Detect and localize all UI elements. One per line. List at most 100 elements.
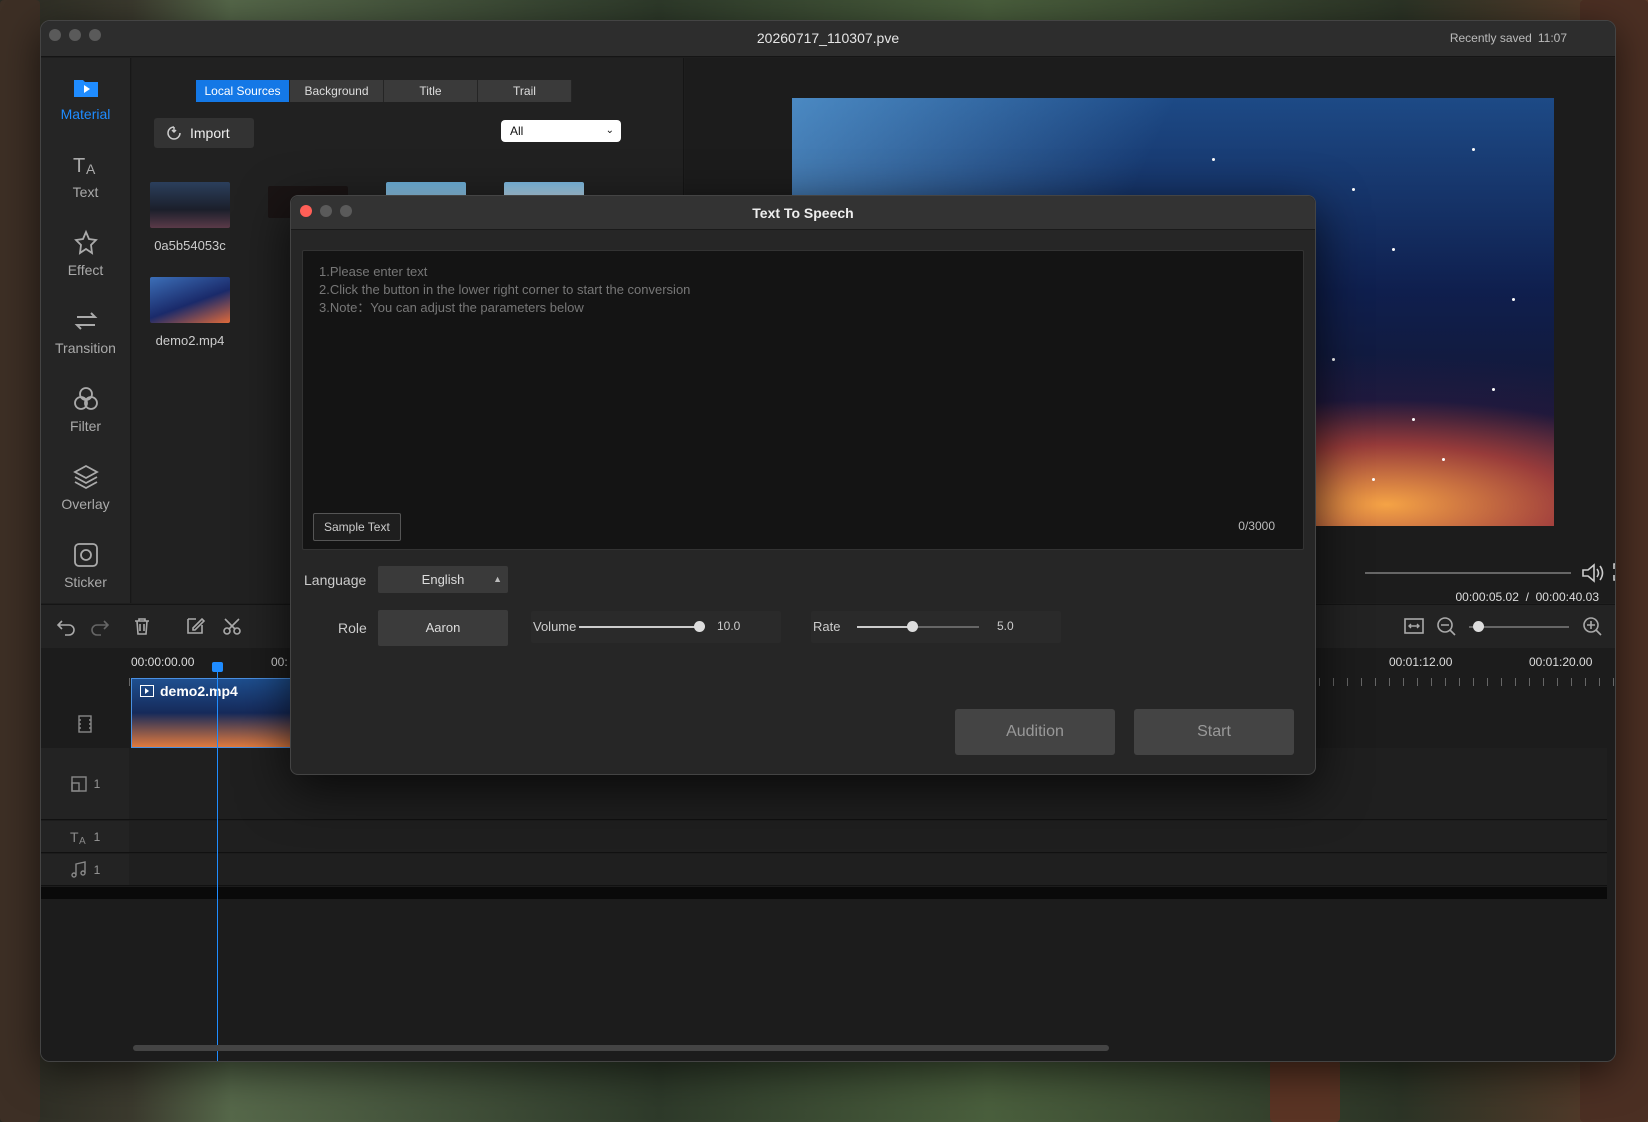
dialog-title-bar: Text To Speech [291, 196, 1315, 230]
import-icon [167, 126, 181, 140]
current-time: 00:00:05.02 [1455, 590, 1519, 604]
volume-slider[interactable] [579, 621, 705, 632]
filter-select[interactable]: All ⌄ [501, 120, 621, 142]
playhead[interactable] [217, 668, 218, 1061]
zoom-slider[interactable] [1469, 621, 1569, 632]
volume-control: Volume 10.0 [531, 611, 781, 643]
volume-icon[interactable] [1580, 562, 1604, 584]
text-icon: TA [73, 155, 96, 177]
media-thumbnail[interactable] [150, 277, 230, 323]
title-bar: 20260717_110307.pve Recently saved 11:07 [41, 21, 1615, 57]
layers-icon [72, 464, 99, 490]
text-track: TA 1 [41, 821, 1607, 853]
volume-slider-knob[interactable] [694, 621, 705, 632]
save-status: Recently saved 11:07 [1450, 31, 1567, 45]
import-label: Import [190, 125, 230, 141]
language-select[interactable]: English ▲ [378, 566, 508, 593]
volume-slider-fill [579, 626, 699, 628]
video-clip[interactable]: demo2.mp4 [131, 678, 291, 748]
volume-label: Volume [533, 619, 577, 634]
placeholder-line: 3.Note：You can adjust the parameters bel… [319, 300, 584, 315]
redo-icon[interactable] [89, 615, 111, 637]
role-select[interactable]: Aaron [378, 610, 508, 646]
ruler-label: 00:01:12.00 [1389, 655, 1453, 669]
import-button[interactable]: Import [154, 118, 254, 148]
sidebar-item-filter[interactable]: Filter [41, 370, 130, 448]
rate-control: Rate 5.0 [811, 611, 1061, 643]
tab-trail[interactable]: Trail [478, 80, 572, 102]
play-folder-icon [73, 80, 98, 97]
media-thumbnail[interactable] [150, 182, 230, 228]
volume-value: 10.0 [717, 619, 741, 633]
svg-text:A: A [79, 836, 86, 846]
save-status-time: 11:07 [1537, 31, 1567, 45]
rate-slider[interactable] [857, 621, 979, 632]
rate-slider-knob[interactable] [906, 621, 918, 632]
audio-track-head: 1 [41, 854, 129, 885]
tts-text-input[interactable]: 1.Please enter text 2.Click the button i… [302, 250, 1304, 550]
play-icon [140, 685, 154, 697]
language-label: Language [304, 572, 367, 588]
start-button[interactable]: Start [1134, 709, 1294, 755]
sidebar-item-sticker[interactable]: Sticker [41, 526, 130, 604]
undo-icon[interactable] [55, 615, 77, 637]
tab-local-sources[interactable]: Local Sources [196, 80, 290, 102]
clip-label: demo2.mp4 [140, 683, 238, 699]
time-separator: / [1525, 590, 1529, 604]
transition-icon [74, 312, 97, 330]
cut-icon[interactable] [221, 615, 243, 637]
sidebar-item-label: Filter [69, 418, 102, 434]
ruler-label: 00:00:00.00 [131, 655, 195, 669]
filter-select-value: All [510, 124, 524, 138]
save-status-label: Recently saved [1449, 31, 1532, 45]
sidebar-item-text[interactable]: TA Text [41, 136, 130, 214]
zoom-slider-knob[interactable] [1473, 621, 1484, 632]
rate-slider-fill [857, 626, 912, 628]
placeholder-line: 2.Click the button in the lower right co… [319, 282, 691, 297]
time-readout: 00:00:05.02 / 00:00:40.03 [1456, 590, 1600, 604]
fit-timeline-icon[interactable] [1403, 615, 1425, 637]
dialog-title: Text To Speech [752, 205, 854, 221]
horizontal-scrollbar[interactable] [133, 1045, 1109, 1051]
music-icon [70, 860, 86, 878]
playback-progress[interactable] [1365, 572, 1571, 574]
svg-text:T: T [70, 829, 79, 845]
placeholder-line: 1.Please enter text [319, 264, 428, 279]
sidebar-item-label: Material [60, 106, 111, 122]
tab-background[interactable]: Background [290, 80, 384, 102]
delete-icon[interactable] [131, 615, 153, 637]
clip-name: demo2.mp4 [160, 683, 238, 699]
sidebar-item-transition[interactable]: Transition [41, 292, 130, 370]
timeline-bottom-bar [41, 887, 1607, 899]
ruler-label: 00: [271, 655, 288, 669]
svg-text:A: A [86, 161, 96, 177]
sidebar-item-label: Text [72, 184, 99, 200]
text-track-head: TA 1 [41, 821, 129, 852]
pip-icon [70, 775, 87, 792]
zoom-out-icon[interactable] [1435, 615, 1457, 637]
sidebar-item-material[interactable]: Material [41, 58, 130, 136]
sidebar-item-label: Effect [67, 262, 104, 278]
audition-button[interactable]: Audition [955, 709, 1115, 755]
char-count: 0/3000 [1238, 519, 1275, 533]
zoom-in-icon[interactable] [1581, 615, 1603, 637]
material-tabs: Local Sources Background Title Trail [196, 80, 572, 102]
sidebar: Material TA Text Effect Transition Filte… [41, 58, 131, 603]
sidebar-item-label: Overlay [61, 496, 110, 512]
tab-title[interactable]: Title [384, 80, 478, 102]
sidebar-item-overlay[interactable]: Overlay [41, 448, 130, 526]
track-count: 1 [93, 862, 101, 877]
rate-value: 5.0 [997, 619, 1014, 633]
language-value: English [421, 572, 465, 587]
window-title: 20260717_110307.pve [756, 30, 900, 46]
sidebar-item-effect[interactable]: Effect [41, 214, 130, 292]
rate-label: Rate [813, 619, 841, 634]
fullscreen-icon[interactable] [1612, 562, 1616, 582]
media-label: 0a5b54053c [154, 238, 226, 253]
star-effect-icon [73, 229, 98, 255]
sample-text-button[interactable]: Sample Text [313, 513, 401, 541]
overlay-track-head: 1 [41, 748, 129, 819]
sticker-icon [73, 543, 98, 567]
edit-icon[interactable] [184, 615, 206, 637]
placeholder-text: 1.Please enter text 2.Click the button i… [303, 263, 690, 317]
